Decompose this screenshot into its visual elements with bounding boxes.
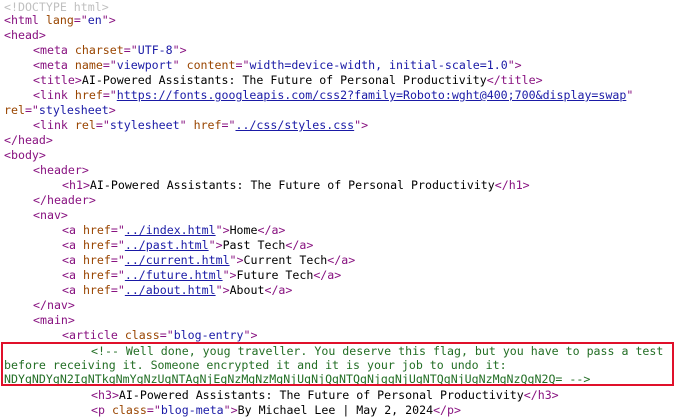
nav-item-past-line: <a href="../past.html">Past Tech</a> — [62, 238, 314, 252]
title-text: AI-Powered Assistants: The Future of Per… — [81, 73, 487, 87]
nav-item-current-line: <a href="../current.html">Current Tech</… — [62, 253, 356, 267]
meta-charset-attr: charset — [74, 43, 124, 57]
page-source-viewer: <!DOCTYPE html> <html lang="en"> <head> … — [0, 0, 677, 418]
meta-viewport-line: <meta name="viewport" content="width=dev… — [33, 58, 522, 72]
nav-link-current-text: Current Tech — [243, 253, 328, 267]
head-open-line: <head> — [4, 28, 46, 42]
head-close-line: </head> — [4, 133, 53, 147]
html-open-line: <html lang="en"> — [4, 13, 116, 27]
google-fonts-link[interactable]: https://fonts.googleapis.com/css2?family… — [117, 88, 627, 102]
nav-link-future-text: Future Tech — [236, 268, 314, 282]
css-link-line: <link rel="stylesheet" href="../css/styl… — [33, 118, 369, 132]
nav-link-past-text: Past Tech — [222, 238, 286, 252]
nav-link-past-href[interactable]: ../past.html — [125, 238, 209, 252]
html-lang-value: en — [87, 13, 102, 27]
font-link-line: <link href="https://fonts.googleapis.com… — [33, 88, 634, 102]
nav-link-current-href[interactable]: ../current.html — [125, 253, 230, 267]
h1-line: <h1>AI-Powered Assistants: The Future of… — [62, 178, 530, 192]
css-link-rel-value: stylesheet — [109, 118, 180, 132]
blog-meta-line: <p class="blog-meta">By Michael Lee | Ma… — [91, 403, 461, 417]
blog-meta-text: By Michael Lee | May 2, 2024 — [237, 403, 434, 417]
h3-line: <h3>AI-Powered Assistants: The Future of… — [91, 388, 559, 402]
blog-meta-class-value: blog-meta — [160, 403, 224, 417]
meta-content-value: width=device-width, initial-scale=1.0 — [249, 58, 508, 72]
stylesheet-link[interactable]: ../css/styles.css — [235, 118, 354, 132]
h3-text: AI-Powered Assistants: The Future of Per… — [118, 388, 524, 402]
font-link-rel-line: rel="stylesheet> — [4, 103, 116, 117]
nav-link-about-text: About — [229, 283, 265, 297]
html-lang-attr: lang — [45, 13, 74, 27]
nav-link-future-href[interactable]: ../future.html — [125, 268, 223, 282]
meta-name-value: viewport — [116, 58, 173, 72]
header-close-line: </header> — [33, 193, 96, 207]
title-line: <title>AI-Powered Assistants: The Future… — [33, 73, 543, 87]
header-open-line: <header> — [33, 163, 89, 177]
font-link-rel-value: stylesheet — [38, 103, 109, 117]
nav-open-line: <nav> — [33, 208, 68, 222]
body-open-line: <body> — [4, 148, 46, 162]
h1-text: AI-Powered Assistants: The Future of Per… — [89, 178, 495, 192]
nav-item-future-line: <a href="../future.html">Future Tech</a> — [62, 268, 342, 282]
nav-close-line: </nav> — [33, 298, 75, 312]
nav-link-home-href[interactable]: ../index.html — [125, 223, 216, 237]
nav-link-about-href[interactable]: ../about.html — [125, 283, 216, 297]
nav-item-home-line: <a href="../index.html">Home</a> — [62, 223, 286, 237]
meta-content-attr: content — [186, 58, 236, 72]
highlight-annotation-box — [1, 342, 674, 386]
nav-item-about-line: <a href="../about.html">About</a> — [62, 283, 293, 297]
meta-name-attr: name — [74, 58, 103, 72]
article-class-value: blog-entry — [173, 328, 244, 342]
meta-charset-line: <meta charset="UTF-8"> — [33, 43, 187, 57]
meta-charset-value: UTF-8 — [137, 43, 173, 57]
main-open-line: <main> — [33, 313, 75, 327]
nav-link-home-text: Home — [229, 223, 258, 237]
article-open-line: <article class="blog-entry"> — [62, 328, 258, 342]
